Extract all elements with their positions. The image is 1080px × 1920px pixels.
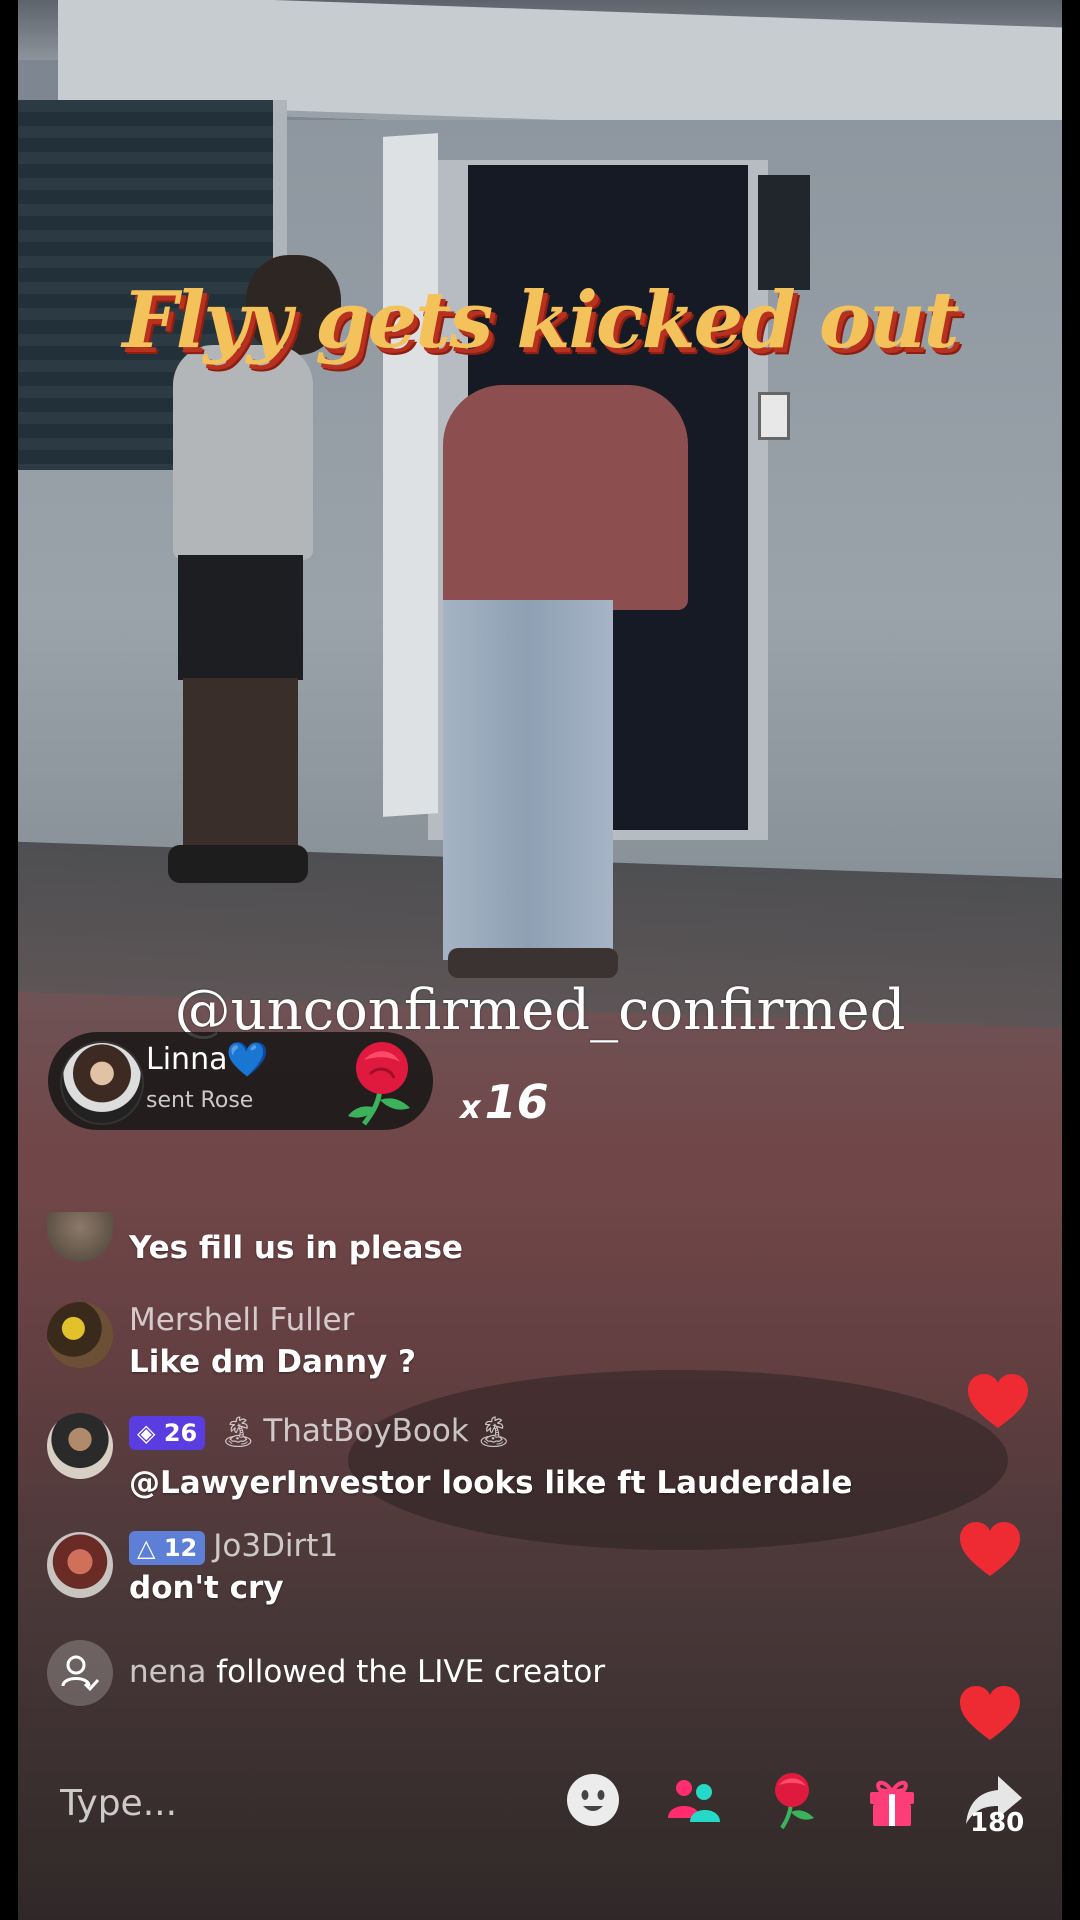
person-left-shorts [178,555,303,680]
avatar[interactable] [60,1041,144,1125]
avatar[interactable] [47,1302,113,1368]
comment-text: @LawyerInvestor looks like ft Lauderdale [129,1465,853,1501]
gift-sender-name: Linna [146,1042,228,1077]
person-follow-icon-glyph [61,1655,100,1692]
live-stream-screen: Flyy gets kicked out @unconfirmed_confir… [0,0,1080,1920]
comment-text: don't cry [129,1570,284,1606]
video-title-overlay: Flyy gets kicked out [122,275,959,366]
person-right-jeans [443,600,613,960]
badge-level: 12 [163,1533,198,1562]
avatar[interactable] [47,1413,113,1479]
share-count: 180 [970,1808,1025,1838]
diamond-icon: ◈ [137,1418,156,1447]
person-left-shoes [168,845,308,883]
fan-level-badge: △ 12 [129,1530,206,1565]
rose-gift-icon[interactable] [762,1770,822,1830]
comment-input[interactable] [58,1772,522,1834]
person-right-shoes [448,948,618,978]
follower-username[interactable]: nena [129,1654,206,1690]
follow-event-line: nena followed the LIVE creator [129,1654,605,1690]
comment-username[interactable]: Mershell Fuller [129,1302,354,1338]
island-icon: 🏝 [474,1415,513,1450]
light-switch [758,392,790,440]
comment-username[interactable]: ThatBoyBook [263,1413,468,1449]
door-panel [383,133,438,817]
avatar[interactable] [47,1532,113,1598]
follow-event-text: followed the LIVE creator [216,1654,606,1690]
like-heart-icon [960,1686,1020,1740]
gift-box-icon[interactable] [862,1770,922,1830]
gift-count-value: 16 [484,1075,549,1129]
island-icon: 🏝 [219,1415,258,1450]
comment-text: Like dm Danny ? [129,1344,417,1380]
person-left-legs [183,678,298,858]
triangle-icon: △ [137,1533,156,1562]
comment-text: Yes fill us in please [129,1230,463,1266]
gift-count-prefix: x [460,1088,481,1126]
person-right-shirt [443,385,688,610]
blue-heart-icon: 💙 [226,1040,269,1080]
emoji-icon[interactable] [563,1770,623,1830]
gift-action-text: sent Rose [146,1088,254,1113]
badge-level: 26 [163,1418,198,1447]
comment-header: ◈ 26 🏝 ThatBoyBook 🏝 [129,1413,519,1450]
gift-combo-count: x16 [460,1075,549,1129]
side-window [758,175,810,290]
person-follow-icon [47,1640,113,1706]
multi-guest-icon[interactable] [664,1770,724,1830]
like-heart-icon [960,1522,1020,1576]
like-heart-icon [968,1374,1028,1428]
comment-username[interactable]: Jo3Dirt1 [213,1528,338,1564]
rose-icon [348,1042,410,1126]
gifter-level-badge: ◈ 26 [129,1415,206,1450]
comment-header: △ 12 Jo3Dirt1 [129,1528,338,1565]
person-left-shirt [173,345,313,560]
